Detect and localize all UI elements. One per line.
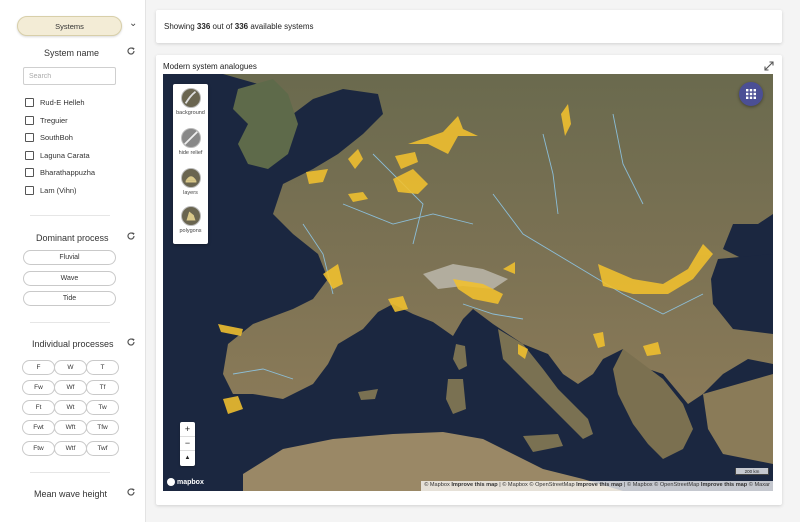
shown-count: 336: [196, 22, 211, 31]
map-card: Modern system analogues background hide …: [156, 55, 782, 505]
mapbox-logo-icon: [167, 478, 175, 486]
layer-control-panel: background hide relief layers polygons: [173, 84, 208, 244]
system-checkbox-item[interactable]: SouthBoh: [25, 133, 73, 142]
process-pill[interactable]: Tfw: [86, 420, 119, 435]
divider: [30, 215, 110, 216]
process-pill[interactable]: T: [86, 360, 119, 375]
process-pill[interactable]: Fw: [22, 380, 55, 395]
divider: [30, 322, 110, 323]
process-pill[interactable]: Tw: [86, 400, 119, 415]
improve-map-link[interactable]: Improve this map: [701, 482, 747, 488]
improve-map-link[interactable]: Improve this map: [576, 482, 622, 488]
main-panel: Showing 336 out of 336 available systems…: [146, 0, 800, 522]
individual-processes-title: Individual processes: [32, 339, 114, 349]
process-tide-button[interactable]: Tide: [23, 291, 116, 306]
process-pill[interactable]: Wf: [54, 380, 87, 395]
total-count: 336: [234, 22, 249, 31]
map-attribution: © Mapbox Improve this map | © Mapbox © O…: [421, 481, 773, 491]
process-pill[interactable]: Twf: [86, 441, 119, 456]
process-wave-button[interactable]: Wave: [23, 271, 116, 286]
refresh-icon[interactable]: [126, 337, 136, 347]
process-pill[interactable]: Tf: [86, 380, 119, 395]
process-pill[interactable]: Wft: [54, 420, 87, 435]
system-checkbox-item[interactable]: Bharathappuzha: [25, 168, 95, 177]
refresh-icon[interactable]: [126, 46, 136, 56]
basemap: [163, 74, 773, 491]
expand-icon[interactable]: [764, 61, 774, 71]
system-name-title: System name: [44, 48, 100, 58]
refresh-icon[interactable]: [126, 231, 136, 241]
process-pill[interactable]: Wt: [54, 400, 87, 415]
process-fluvial-button[interactable]: Fluvial: [23, 250, 116, 265]
sidebar: Systems ⌄ System name Rud-E Helleh Tregu…: [0, 0, 146, 522]
process-pill[interactable]: W: [54, 360, 87, 375]
system-checkbox-item[interactable]: Treguier: [25, 116, 68, 125]
checkbox[interactable]: [25, 186, 34, 195]
compass-button[interactable]: ▲: [180, 451, 195, 466]
system-checkbox-item[interactable]: Lam (Vihn): [25, 186, 77, 195]
process-pill[interactable]: Wtf: [54, 441, 87, 456]
process-pill[interactable]: Ft: [22, 400, 55, 415]
system-checkbox-item[interactable]: Laguna Carata: [25, 151, 90, 160]
process-pill[interactable]: Ftw: [22, 441, 55, 456]
checkbox[interactable]: [25, 168, 34, 177]
results-summary: Showing 336 out of 336 available systems: [156, 10, 782, 43]
dominant-process-title: Dominant process: [36, 233, 109, 243]
process-pill[interactable]: F: [22, 360, 55, 375]
system-search-input[interactable]: [23, 67, 116, 85]
chevron-down-icon[interactable]: ⌄: [129, 18, 137, 29]
mapbox-logo[interactable]: mapbox: [167, 478, 204, 486]
system-checkbox-item[interactable]: Rud-E Helleh: [25, 98, 85, 107]
process-pill[interactable]: Fwt: [22, 420, 55, 435]
refresh-icon[interactable]: [126, 487, 136, 497]
layers-layer-icon: [180, 168, 201, 188]
scale-bar: 200 km: [735, 468, 769, 475]
map-view[interactable]: background hide relief layers polygons +…: [163, 74, 773, 491]
layer-polygons[interactable]: polygons: [173, 206, 208, 234]
systems-button[interactable]: Systems: [17, 16, 122, 36]
map-title: Modern system analogues: [163, 62, 257, 71]
grid-icon[interactable]: [739, 82, 763, 106]
divider: [30, 472, 110, 473]
relief-layer-icon: [180, 128, 201, 148]
checkbox[interactable]: [25, 151, 34, 160]
polygons-layer-icon: [180, 206, 201, 226]
checkbox[interactable]: [25, 98, 34, 107]
background-layer-icon: [180, 88, 201, 108]
improve-map-link[interactable]: Improve this map: [451, 482, 497, 488]
checkbox[interactable]: [25, 116, 34, 125]
zoom-out-button[interactable]: −: [180, 437, 195, 452]
mean-wave-height-title: Mean wave height: [34, 489, 108, 499]
zoom-control: + − ▲: [180, 422, 195, 466]
layer-hide-relief[interactable]: hide relief: [173, 128, 208, 156]
layer-background[interactable]: background: [173, 88, 208, 116]
zoom-in-button[interactable]: +: [180, 422, 195, 437]
checkbox[interactable]: [25, 133, 34, 142]
layer-layers[interactable]: layers: [173, 168, 208, 196]
